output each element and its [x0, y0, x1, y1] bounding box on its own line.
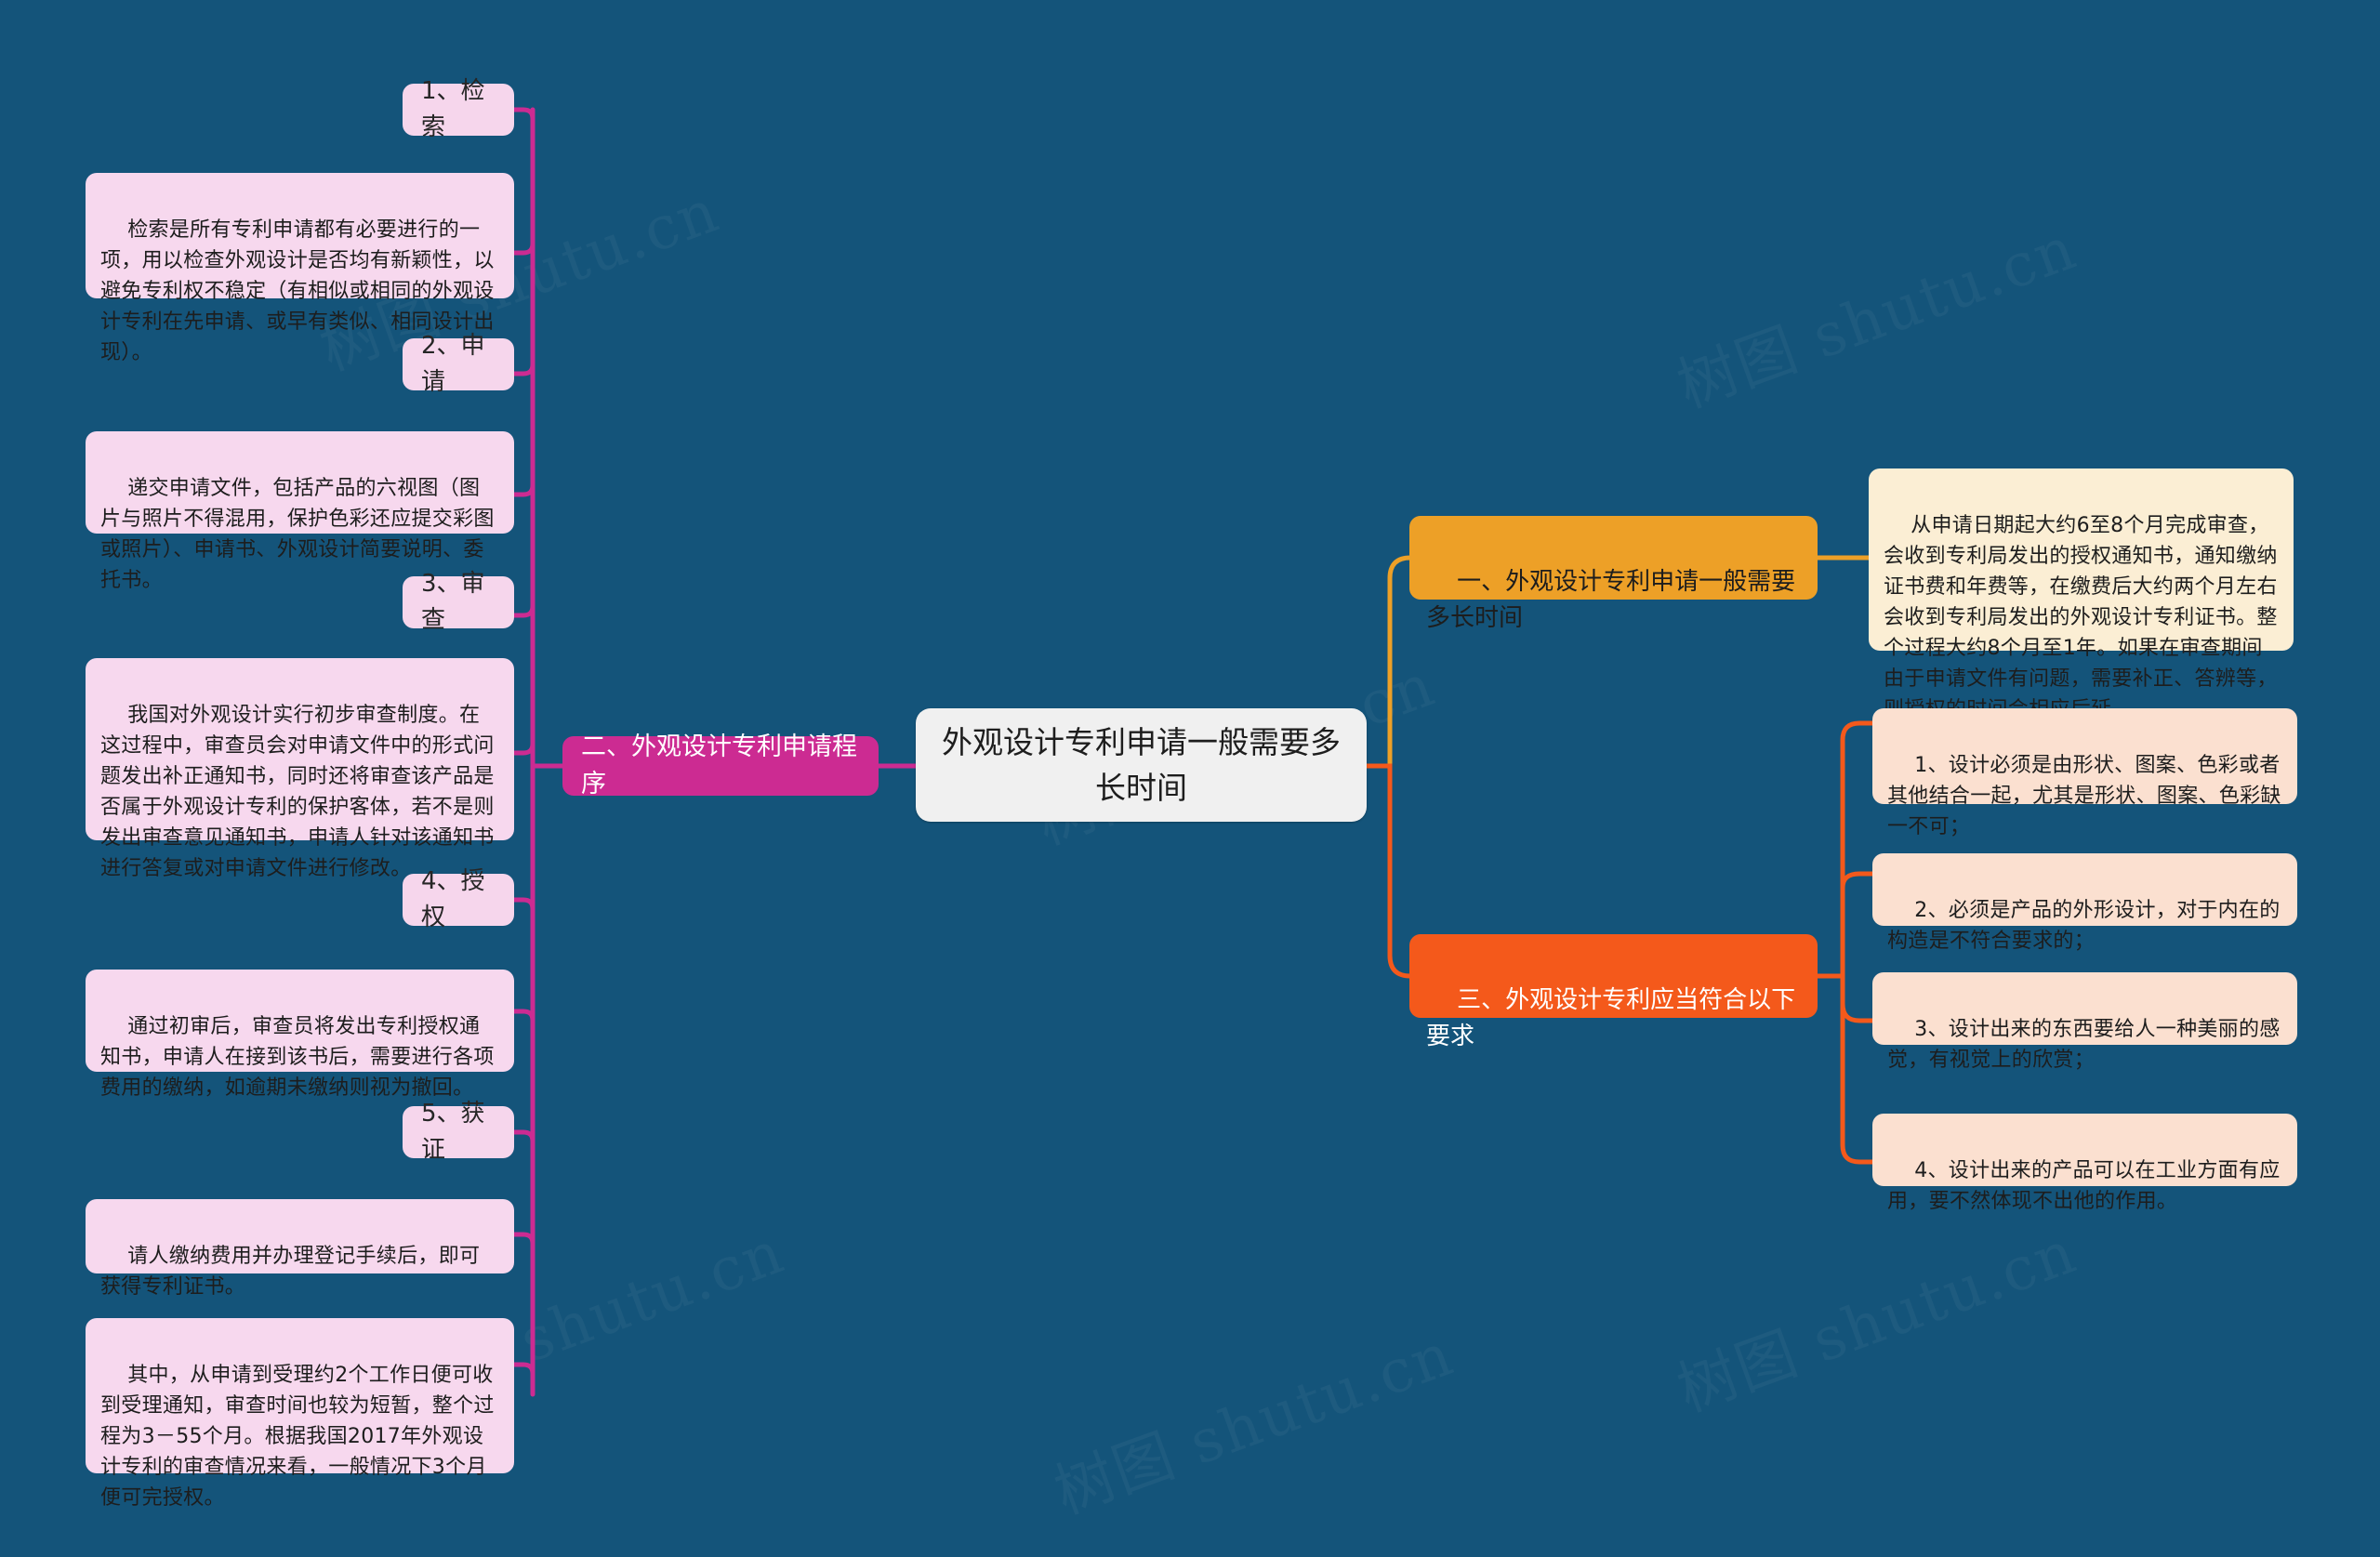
link-left-node	[511, 107, 536, 133]
link-left-node	[511, 350, 536, 376]
branch-node-right-1[interactable]: 一、外观设计专利申请一般需要多长时间	[1409, 516, 1818, 632]
branch-right-2-label: 三、外观设计专利应当符合以下要求	[1426, 986, 1796, 1050]
link-left-node	[511, 897, 536, 923]
left-step-label-5[interactable]: 5、获证	[403, 1100, 514, 1164]
right-2-child-text: 3、设计出来的东西要给人一种美丽的感觉，有视觉上的欣赏；	[1887, 1018, 2281, 1072]
right-2-child-4[interactable]: 4、设计出来的产品可以在工业方面有应用，要不然体现不出他的作用。	[1872, 1114, 2297, 1213]
left-step-label-1[interactable]: 1、检索	[403, 77, 514, 141]
left-step-body-text: 我国对外观设计实行初步审查制度。在这过程中，审查员会对申请文件中的形式问题发出补…	[100, 704, 495, 880]
right-2-child-text: 2、必须是产品的外形设计，对于内在的构造是不符合要求的；	[1887, 899, 2281, 953]
watermark: 树图 shutu.cn	[1664, 1205, 2086, 1428]
watermark: 树图 shutu.cn	[1041, 1307, 1463, 1530]
left-step-label-4[interactable]: 4、授权	[403, 867, 514, 931]
right-2-child-3[interactable]: 3、设计出来的东西要给人一种美丽的感觉，有视觉上的欣赏；	[1872, 972, 2297, 1072]
left-step-label-text: 4、授权	[421, 867, 485, 931]
link-left-node	[511, 732, 536, 756]
link-branch-3-child	[1815, 871, 1875, 979]
left-step-body-1[interactable]: 检索是所有专利申请都有必要进行的一项，用以检查外观设计是否均有新颖性，以避免专利…	[86, 173, 514, 364]
left-closing-note[interactable]: 其中，从申请到受理约2个工作日便可收到受理通知，审查时间也较为短暂，整个过程为3…	[86, 1318, 514, 1510]
left-step-label-text: 1、检索	[421, 77, 485, 141]
link-left-node	[511, 471, 536, 497]
right-2-child-text: 4、设计出来的产品可以在工业方面有应用，要不然体现不出他的作用。	[1887, 1159, 2281, 1213]
link-left-node	[511, 1009, 536, 1035]
watermark: 树图 shutu.cn	[1664, 201, 2086, 424]
branch-node-right-2[interactable]: 三、外观设计专利应当符合以下要求	[1409, 934, 1818, 1050]
link-left-node	[511, 230, 536, 256]
link-branch-3-child	[1815, 973, 1875, 1165]
left-step-body-4[interactable]: 通过初审后，审查员将发出专利授权通知书，申请人在接到该书后，需要进行各项费用的缴…	[86, 970, 514, 1100]
right-1-child-1[interactable]: 从申请日期起大约6至8个月完成审查，会收到专利局发出的授权通知书，通知缴纳证书费…	[1869, 468, 2294, 721]
mindmap-canvas: 树图 shutu.cn 树图 shutu.cn 树图 shutu.cn 树图 s…	[0, 0, 2380, 1557]
left-step-label-3[interactable]: 3、审查	[403, 570, 514, 634]
left-step-label-text: 2、申请	[421, 332, 485, 396]
left-step-body-2[interactable]: 递交申请文件，包括产品的六视图（图片与照片不得混用，保护色彩还应提交彩图或照片）…	[86, 431, 514, 592]
root-node[interactable]: 外观设计专利申请一般需要多长时间	[916, 708, 1367, 822]
right-1-child-text: 从申请日期起大约6至8个月完成审查，会收到专利局发出的授权通知书，通知缴纳证书费…	[1884, 514, 2278, 721]
left-step-label-text: 3、审查	[421, 570, 485, 634]
link-left-node	[511, 592, 536, 618]
link-branch-3-child	[1815, 973, 1875, 1023]
left-step-body-text: 请人缴纳费用并办理登记手续后，即可获得专利证书。	[100, 1245, 481, 1299]
link-branch-3-child	[1815, 720, 1875, 979]
link-left-node	[511, 1232, 536, 1258]
left-closing-note-text: 其中，从申请到受理约2个工作日便可收到受理通知，审查时间也较为短暂，整个过程为3…	[100, 1364, 495, 1510]
right-2-child-1[interactable]: 1、设计必须是由形状、图案、色彩或者其他结合一起，尤其是形状、图案、色彩缺一不可…	[1872, 708, 2297, 838]
branch-right-1-label: 一、外观设计专利申请一般需要多长时间	[1426, 568, 1796, 632]
branch-node-left[interactable]: 二、外观设计专利申请程序	[562, 732, 879, 798]
right-2-child-text: 1、设计必须是由形状、图案、色彩或者其他结合一起，尤其是形状、图案、色彩缺一不可…	[1887, 754, 2281, 838]
left-step-body-text: 通过初审后，审查员将发出专利授权通知书，申请人在接到该书后，需要进行各项费用的缴…	[100, 1015, 495, 1100]
root-label: 外观设计专利申请一般需要多长时间	[942, 723, 1341, 807]
left-step-body-5[interactable]: 请人缴纳费用并办理登记手续后，即可获得专利证书。	[86, 1199, 514, 1299]
branch-left-label: 二、外观设计专利申请程序	[581, 732, 857, 799]
left-step-body-3[interactable]: 我国对外观设计实行初步审查制度。在这过程中，审查员会对申请文件中的形式问题发出补…	[86, 658, 514, 880]
left-step-label-text: 5、获证	[421, 1100, 485, 1164]
link-left-node	[511, 1129, 536, 1155]
left-step-label-2[interactable]: 2、申请	[403, 332, 514, 396]
link-left-node	[511, 1362, 536, 1388]
right-2-child-2[interactable]: 2、必须是产品的外形设计，对于内在的构造是不符合要求的；	[1872, 853, 2297, 953]
